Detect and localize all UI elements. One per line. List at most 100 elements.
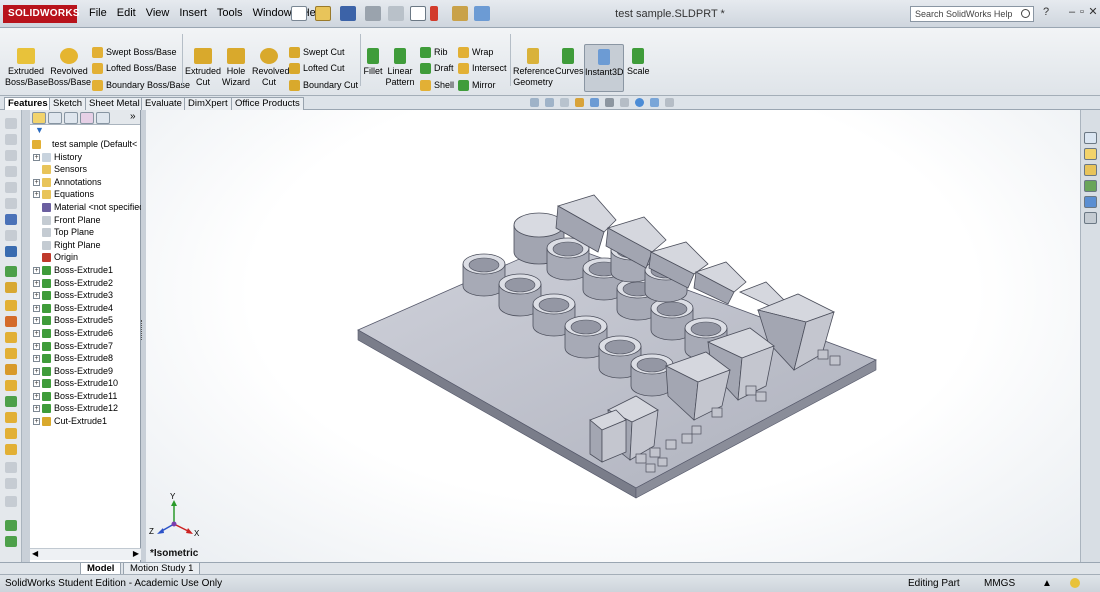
fillet-button[interactable]: Fillet: [363, 48, 383, 77]
revolved-cut-button[interactable]: Revolved Cut: [252, 48, 290, 88]
instant3d-button[interactable]: Instant3D: [584, 44, 624, 92]
section-view-icon[interactable]: [575, 98, 584, 107]
view-orientation-icon[interactable]: [590, 98, 599, 107]
expand-icon[interactable]: +: [33, 304, 40, 312]
display-manager-tab-icon[interactable]: [96, 112, 110, 124]
extruded-cut-button[interactable]: Extruded Cut: [185, 48, 221, 88]
menu-tools[interactable]: Tools: [212, 7, 248, 19]
tree-item[interactable]: + Boss-Extrude12: [30, 402, 141, 415]
feature-icon[interactable]: [5, 380, 17, 391]
feature-icon[interactable]: [5, 520, 17, 531]
curves-button[interactable]: Curves: [555, 48, 584, 77]
feature-icon[interactable]: [5, 364, 17, 375]
wrap-button[interactable]: Wrap: [458, 47, 493, 58]
print-icon[interactable]: [365, 6, 381, 21]
scroll-right-icon[interactable]: ▶: [133, 549, 139, 558]
menu-edit[interactable]: Edit: [112, 7, 141, 19]
feature-icon[interactable]: [5, 348, 17, 359]
tree-item[interactable]: Right Plane: [30, 239, 141, 252]
previous-view-icon[interactable]: [560, 98, 569, 107]
expand-icon[interactable]: +: [33, 342, 40, 350]
units-status[interactable]: MMGS: [984, 575, 1015, 592]
expand-icon[interactable]: +: [33, 292, 40, 300]
view-settings-icon[interactable]: [665, 98, 674, 107]
expand-icon[interactable]: +: [33, 317, 40, 325]
sketch-tool-icon[interactable]: [5, 118, 17, 129]
rebuild-icon[interactable]: [430, 6, 438, 21]
options-icon[interactable]: [474, 6, 490, 21]
tree-item[interactable]: Material <not specified>: [30, 201, 141, 214]
tree-item[interactable]: + History: [30, 151, 141, 164]
file-properties-icon[interactable]: [452, 6, 468, 21]
dimxpert-manager-tab-icon[interactable]: [80, 112, 94, 124]
expand-icon[interactable]: +: [33, 191, 40, 199]
boundary-cut-button[interactable]: Boundary Cut: [289, 80, 358, 91]
shell-button[interactable]: Shell: [420, 80, 454, 91]
sketch-tool-icon[interactable]: [5, 166, 17, 177]
tree-item[interactable]: + Boss-Extrude11: [30, 390, 141, 403]
help-search-input[interactable]: Search SolidWorks Help: [910, 6, 1034, 22]
boundary-boss-button[interactable]: Boundary Boss/Base: [92, 80, 190, 91]
tree-item[interactable]: + Equations: [30, 188, 141, 201]
tree-item[interactable]: + Boss-Extrude6: [30, 327, 141, 340]
extruded-boss-button[interactable]: Extruded Boss/Base: [5, 48, 48, 88]
expand-icon[interactable]: +: [33, 367, 40, 375]
lofted-boss-button[interactable]: Lofted Boss/Base: [92, 63, 177, 74]
tree-item[interactable]: + Boss-Extrude4: [30, 302, 141, 315]
configuration-manager-tab-icon[interactable]: [64, 112, 78, 124]
menu-view[interactable]: View: [141, 7, 175, 19]
rib-button[interactable]: Rib: [420, 47, 448, 58]
hide-show-items-icon[interactable]: [620, 98, 629, 107]
tree-filter[interactable]: ▼: [30, 125, 140, 136]
feature-icon[interactable]: [5, 444, 17, 455]
swept-boss-button[interactable]: Swept Boss/Base: [92, 47, 177, 58]
display-style-icon[interactable]: [605, 98, 614, 107]
edit-appearance-icon[interactable]: [635, 98, 644, 107]
scale-button[interactable]: Scale: [627, 48, 650, 77]
sketch-tool-icon[interactable]: [5, 198, 17, 209]
feature-icon[interactable]: [5, 266, 17, 277]
expand-icon[interactable]: +: [33, 178, 40, 186]
menu-insert[interactable]: Insert: [174, 7, 212, 19]
expand-icon[interactable]: +: [33, 405, 40, 413]
feature-manager-tab-icon[interactable]: [32, 112, 46, 124]
tree-item[interactable]: + Boss-Extrude1: [30, 264, 141, 277]
tree-item[interactable]: + Boss-Extrude9: [30, 365, 141, 378]
expand-icon[interactable]: +: [33, 153, 40, 161]
zoom-to-fit-icon[interactable]: [530, 98, 539, 107]
tab-dimxpert[interactable]: DimXpert: [184, 97, 232, 110]
tree-item[interactable]: Top Plane: [30, 226, 141, 239]
menu-window[interactable]: Window: [248, 7, 297, 19]
scroll-left-icon[interactable]: ◀: [32, 549, 38, 558]
feature-icon[interactable]: [5, 428, 17, 439]
tree-item[interactable]: Origin: [30, 251, 141, 264]
draft-button[interactable]: Draft: [420, 63, 454, 74]
intersect-button[interactable]: Intersect: [458, 63, 507, 74]
resources-icon[interactable]: [1084, 132, 1097, 144]
tree-root-part[interactable]: test sample (Default<: [30, 138, 141, 151]
sketch-tool-icon[interactable]: [5, 134, 17, 145]
view-palette-icon[interactable]: [1084, 180, 1097, 192]
tree-item[interactable]: + Boss-Extrude5: [30, 314, 141, 327]
feature-icon[interactable]: [5, 282, 17, 293]
design-library-icon[interactable]: [1084, 148, 1097, 160]
expand-icon[interactable]: +: [33, 279, 40, 287]
feature-icon[interactable]: [5, 412, 17, 423]
open-icon[interactable]: [315, 6, 331, 21]
expand-icon[interactable]: +: [33, 355, 40, 363]
smart-dimension-icon[interactable]: [5, 214, 17, 225]
expand-icon[interactable]: +: [33, 392, 40, 400]
swept-cut-button[interactable]: Swept Cut: [289, 47, 345, 58]
tree-item[interactable]: + Boss-Extrude8: [30, 352, 141, 365]
filter-icon[interactable]: ▼: [35, 125, 44, 135]
sketch-tool-icon[interactable]: [5, 182, 17, 193]
feature-icon[interactable]: [5, 496, 17, 507]
revolved-boss-button[interactable]: Revolved Boss/Base: [48, 48, 91, 88]
new-document-icon[interactable]: [291, 6, 307, 21]
feature-icon[interactable]: [5, 536, 17, 547]
menu-file[interactable]: File: [84, 7, 112, 19]
tab-evaluate[interactable]: Evaluate: [141, 97, 186, 110]
feature-icon[interactable]: [5, 300, 17, 311]
close-icon[interactable]: ✕: [1087, 6, 1099, 18]
select-pointer-icon[interactable]: [410, 6, 426, 21]
